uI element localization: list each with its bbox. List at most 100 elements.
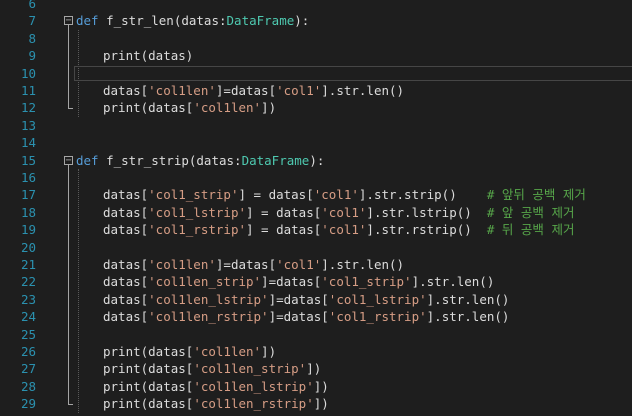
- string-literal: 'col1': [313, 187, 359, 203]
- code-token: ]): [313, 396, 329, 412]
- code-line[interactable]: datas['col1len_rstrip']=datas['col1_rstr…: [103, 308, 509, 325]
- code-token: ]): [306, 361, 322, 377]
- collapse-icon[interactable]: −: [64, 155, 73, 165]
- code-token: print(datas): [103, 48, 194, 64]
- code-token: datas[: [103, 309, 149, 325]
- code-line[interactable]: print(datas['col1len_rstrip']): [103, 395, 329, 412]
- code-line[interactable]: datas['col1len_strip']=datas['col1_strip…: [103, 273, 494, 290]
- code-token: ):: [294, 13, 310, 29]
- string-literal: 'col1_strip': [321, 274, 412, 290]
- line-number: 15: [20, 152, 36, 168]
- code-line[interactable]: print(datas['col1len_strip']): [103, 360, 321, 377]
- code-token: ] = datas[: [246, 222, 322, 238]
- string-literal: 'col1len': [193, 344, 262, 359]
- string-literal: 'col1_rstrip': [148, 222, 246, 238]
- code-token: datas[: [103, 187, 149, 203]
- code-token: ].str.len(): [426, 309, 510, 325]
- string-literal: 'col1_lstrip': [328, 291, 427, 307]
- line-number: 24: [20, 309, 36, 325]
- code-token: ].str.len(): [411, 274, 495, 290]
- keyword: def: [76, 13, 99, 29]
- string-literal: 'col1len_strip': [193, 361, 307, 377]
- type-name: DataFrame: [241, 152, 310, 168]
- code-token: datas[: [103, 83, 149, 98]
- code-token: f_str_strip(datas:: [98, 152, 242, 168]
- indent-guide: [78, 169, 79, 413]
- string-literal: 'col1len_rstrip': [193, 396, 314, 412]
- code-token: ]=datas[: [268, 309, 329, 325]
- code-comment: # 뒤 공백 제거: [486, 222, 575, 238]
- code-token: ].str.len(): [426, 291, 510, 307]
- code-token: print(datas[: [103, 344, 194, 359]
- line-number: 11: [20, 83, 36, 98]
- code-token: f_str_len(datas:: [98, 13, 227, 29]
- line-number: 26: [20, 344, 36, 359]
- code-token: ]=datas[: [261, 274, 322, 290]
- fold-outline: [68, 25, 69, 109]
- code-line[interactable]: datas['col1_rstrip'] = datas['col1'].str…: [103, 221, 574, 238]
- string-literal: 'col1len_rstrip': [148, 309, 269, 325]
- collapse-icon[interactable]: −: [64, 16, 73, 26]
- string-literal: 'col1': [321, 204, 367, 220]
- string-literal: 'col1len_strip': [148, 274, 262, 290]
- keyword: def: [76, 152, 99, 168]
- code-token: ] = datas[: [246, 204, 322, 220]
- code-token: print(datas[: [103, 100, 194, 116]
- line-number: 23: [20, 291, 36, 307]
- line-number: 20: [20, 239, 36, 255]
- code-token: ]): [261, 344, 277, 359]
- code-token: ] = datas[: [238, 187, 314, 203]
- line-number: 17: [20, 187, 36, 203]
- line-number: 7: [28, 13, 36, 29]
- string-literal: 'col1_rstrip': [328, 309, 427, 325]
- code-line[interactable]: def f_str_strip(datas:DataFrame):: [76, 152, 324, 169]
- code-token: ].str.len(): [321, 83, 405, 98]
- string-literal: 'col1len_lstrip': [193, 378, 314, 394]
- code-token: ].str.rstrip(): [366, 222, 487, 238]
- code-comment: # 앞뒤 공백 제거: [486, 187, 586, 203]
- string-literal: 'col1len': [148, 83, 216, 98]
- code-token: ]=datas[: [215, 257, 277, 272]
- fold-end-marker: [68, 404, 73, 406]
- code-token: print(datas[: [103, 361, 194, 377]
- line-number: 21: [20, 257, 36, 272]
- line-number: 22: [20, 274, 36, 290]
- string-literal: 'col1': [321, 222, 367, 238]
- line-number: 14: [20, 135, 36, 151]
- line-number: 8: [28, 30, 36, 46]
- code-line[interactable]: datas['col1len']=datas['col1'].str.len(): [103, 82, 404, 99]
- line-number: 19: [20, 222, 36, 238]
- string-literal: 'col1': [276, 257, 322, 272]
- code-token: datas[: [103, 257, 149, 272]
- code-line[interactable]: datas['col1_strip'] = datas['col1'].str.…: [103, 186, 586, 203]
- code-token: ].str.lstrip(): [366, 204, 487, 220]
- code-line[interactable]: datas['col1len_lstrip']=datas['col1_lstr…: [103, 291, 509, 308]
- line-number: 28: [20, 378, 36, 394]
- code-token: ]=datas[: [215, 83, 277, 98]
- current-line-highlight: [74, 65, 632, 81]
- code-token: print(datas[: [103, 396, 194, 412]
- type-name: DataFrame: [226, 13, 295, 29]
- code-token: ]): [261, 100, 277, 116]
- code-line[interactable]: print(datas['col1len_lstrip']): [103, 378, 329, 395]
- code-token: datas[: [103, 274, 149, 290]
- code-line[interactable]: def f_str_len(datas:DataFrame):: [76, 12, 309, 29]
- line-number: 16: [20, 170, 36, 185]
- code-line[interactable]: print(datas): [103, 47, 193, 64]
- line-number: 13: [20, 117, 36, 133]
- string-literal: 'col1len': [148, 257, 216, 272]
- line-number: 9: [28, 48, 36, 64]
- code-token: print(datas[: [103, 378, 194, 394]
- code-line[interactable]: datas['col1_lstrip'] = datas['col1'].str…: [103, 204, 574, 221]
- code-token: ]=datas[: [268, 291, 329, 307]
- code-line[interactable]: print(datas['col1len']): [103, 99, 276, 116]
- line-number: 25: [20, 326, 36, 342]
- string-literal: 'col1len': [193, 100, 262, 116]
- code-editor[interactable]: 6 7 8 9 10 11 12 13 14 15 16 17 18 19 20 21 22 23 24 25 26 27…: [0, 0, 632, 416]
- code-token: datas[: [103, 222, 149, 238]
- code-line[interactable]: datas['col1len']=datas['col1'].str.len(): [103, 256, 404, 273]
- code-token: datas[: [103, 291, 149, 307]
- line-number: 12: [20, 100, 36, 116]
- code-line[interactable]: print(datas['col1len']): [103, 343, 276, 360]
- string-literal: 'col1_lstrip': [148, 204, 246, 220]
